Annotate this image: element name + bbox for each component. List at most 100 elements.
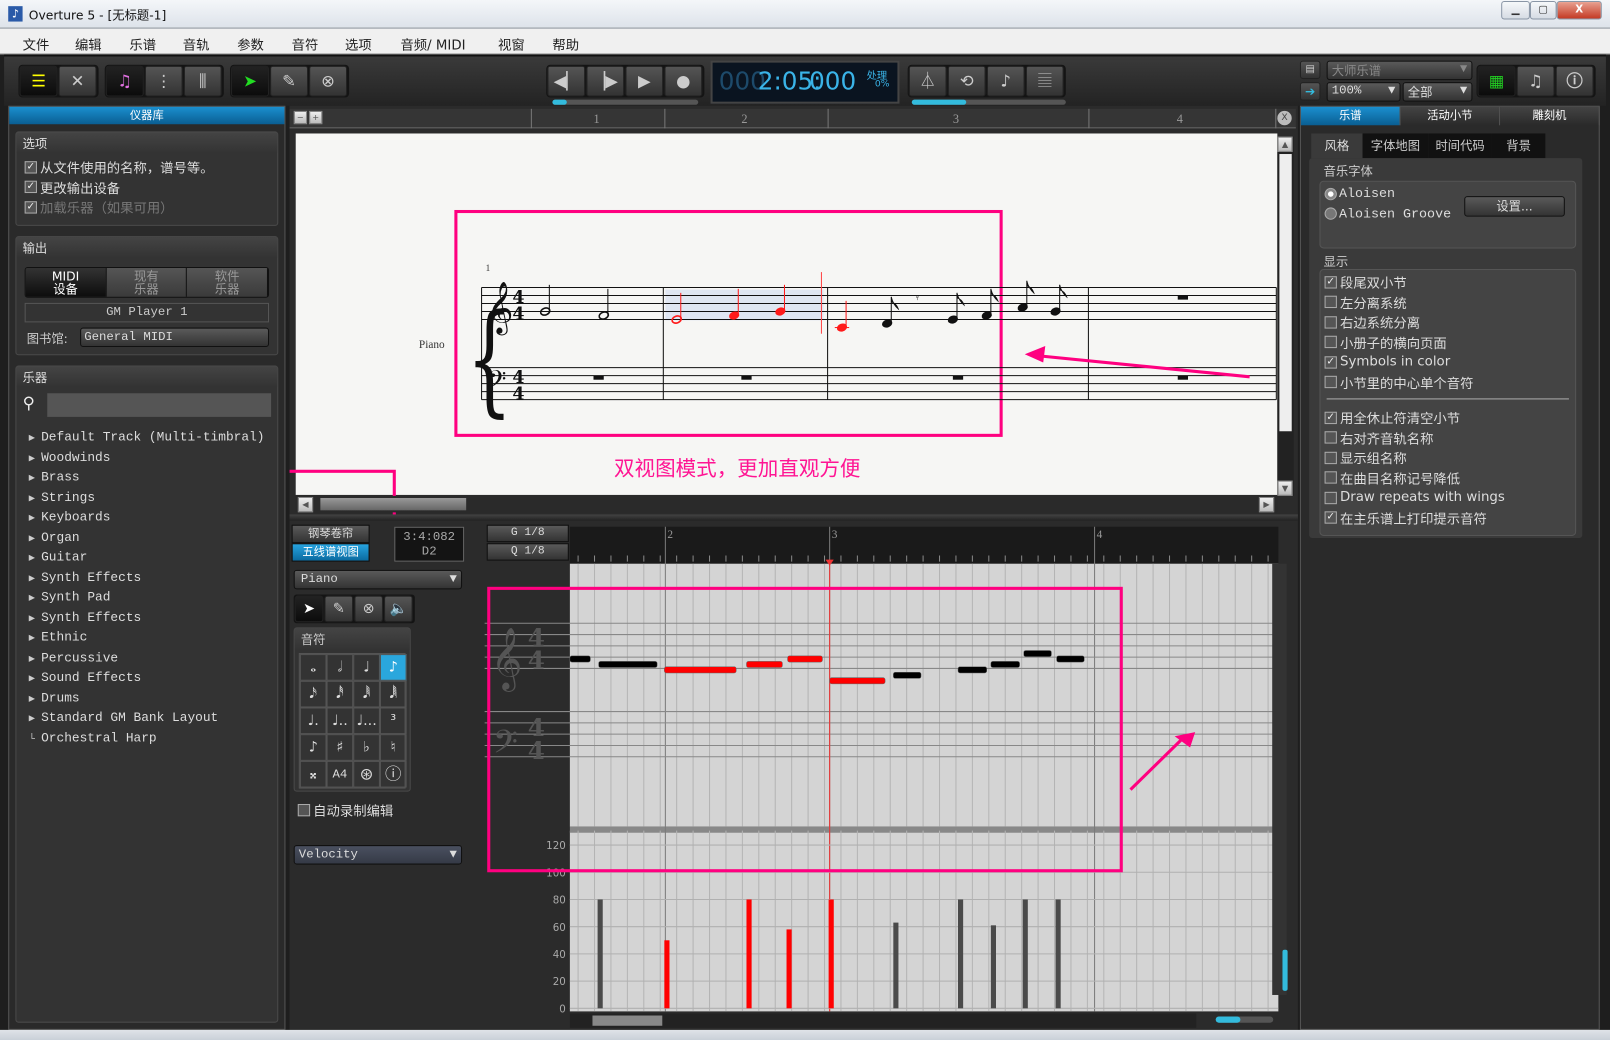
instrument-tree-item[interactable]: └ Orchestral Harp	[29, 731, 265, 751]
step-note-icon[interactable]: ♪	[986, 65, 1025, 97]
checkbox-icon[interactable]	[1324, 471, 1337, 484]
display-checkbox[interactable]: 左分离系统	[1320, 292, 1575, 312]
roll-vzoom-slider[interactable]	[1282, 949, 1288, 991]
volume-slider[interactable]	[552, 99, 699, 105]
radio-icon[interactable]	[1324, 207, 1337, 220]
expand-arrow-icon[interactable]: ▶	[29, 654, 35, 665]
instrument-search-input[interactable]	[47, 393, 272, 417]
display-checkbox[interactable]: ✓ 在主乐谱上打印提示音符	[1320, 508, 1575, 528]
tools-icon[interactable]: ✕	[58, 65, 97, 97]
play-icon[interactable]: ▶	[625, 65, 664, 97]
roll-note[interactable]	[746, 661, 783, 668]
rewind-icon[interactable]: ◀▏	[547, 65, 586, 97]
style-subtab[interactable]: 时间代码	[1428, 133, 1492, 159]
output-tab[interactable]: 软件 乐器	[187, 267, 268, 297]
checkbox-icon[interactable]	[1324, 315, 1337, 329]
option-checkbox[interactable]: ✓ 更改输出设备	[16, 177, 277, 197]
zoom-select[interactable]: 100% ▼	[1326, 82, 1401, 102]
instrument-tree-item[interactable]: ▶ Synth Pad	[29, 590, 265, 610]
checkbox-icon[interactable]	[1324, 295, 1337, 309]
instrument-tree-item[interactable]: ▶ Drums	[29, 691, 265, 711]
roll-horizontal-scrollbar[interactable]	[569, 1013, 1197, 1028]
expand-arrow-icon[interactable]: ▶	[29, 553, 35, 564]
display-checkbox[interactable]: ✓ Symbols in color	[1320, 352, 1575, 372]
output-tab[interactable]: MIDI 设备	[25, 267, 107, 297]
instrument-tree-item[interactable]: ▶ Organ	[29, 530, 265, 550]
roll-note[interactable]	[829, 677, 886, 685]
score-icon[interactable]: ☰	[19, 65, 58, 97]
display-checkbox[interactable]: 右对齐音轨名称	[1320, 428, 1575, 448]
display-checkbox[interactable]: ✓ 段尾双小节	[1320, 272, 1575, 292]
style-subtab[interactable]: 背景	[1491, 133, 1546, 159]
option-checkbox[interactable]: ✓ 加载乐器（如果可用）	[16, 197, 277, 217]
expand-arrow-icon[interactable]: ▶	[29, 634, 35, 645]
menu-item[interactable]: 乐谱	[129, 34, 156, 53]
track-list-icon[interactable]: ⋮	[144, 65, 183, 97]
note-icon[interactable]: ♫	[105, 65, 144, 97]
menu-item[interactable]: 音符	[292, 34, 319, 53]
scroll-thumb[interactable]	[320, 497, 467, 511]
scroll-thumb[interactable]	[1279, 154, 1292, 432]
view-select[interactable]: 大师乐谱 ▼	[1326, 60, 1473, 81]
record-icon[interactable]: ●	[664, 65, 703, 97]
roll-note[interactable]	[990, 661, 1020, 668]
expand-arrow-icon[interactable]: ▶	[29, 593, 35, 604]
velocity-bar[interactable]	[1022, 899, 1028, 1009]
velocity-bar[interactable]	[664, 940, 670, 1009]
roll-note[interactable]	[569, 655, 591, 663]
roll-note[interactable]	[893, 671, 922, 679]
settings-button[interactable]: 设置...	[1464, 196, 1565, 217]
display-checkbox[interactable]: 显示组名称	[1320, 448, 1575, 468]
checkbox-checked-icon[interactable]: ✓	[24, 200, 37, 214]
roll-note[interactable]	[957, 666, 988, 674]
scroll-up-icon[interactable]: ▲	[1277, 136, 1293, 152]
panel-tab[interactable]: 乐谱	[1300, 106, 1401, 126]
checkbox-checked-icon[interactable]: ✓	[1324, 356, 1337, 369]
menu-item[interactable]: 选项	[345, 34, 372, 53]
display-checkbox[interactable]: ✓ 用全休止符清空小节	[1320, 408, 1575, 428]
scroll-right-icon[interactable]: ▶	[1258, 496, 1275, 513]
velocity-bar[interactable]	[828, 899, 834, 1009]
instrument-tree-item[interactable]: ▶ Brass	[29, 470, 265, 490]
instrument-tree-item[interactable]: ▶ Strings	[29, 490, 265, 510]
library-select[interactable]: General MIDI	[80, 327, 270, 348]
roll-note[interactable]	[598, 661, 658, 668]
menu-item[interactable]: 音轨	[183, 34, 210, 53]
velocity-bar[interactable]	[786, 929, 792, 1009]
checkbox-checked-icon[interactable]: ✓	[1324, 411, 1337, 424]
score-vertical-scrollbar[interactable]: ▲ ▼	[1277, 136, 1294, 496]
menu-item[interactable]: 帮助	[552, 34, 579, 53]
pencil-icon[interactable]: ✎	[270, 65, 309, 97]
radio-selected-icon[interactable]	[1324, 187, 1337, 200]
score-file-icon[interactable]: ♫	[1516, 65, 1555, 97]
range-select[interactable]: 全部 ▼	[1402, 82, 1473, 102]
instrument-tree-item[interactable]: ▶ Synth Effects	[29, 610, 265, 630]
output-device[interactable]: GM Player 1	[24, 302, 270, 323]
arrow-right-icon[interactable]: ➔	[1299, 82, 1321, 101]
mixer-icon[interactable]: ⫼	[183, 65, 222, 97]
layout-icon[interactable]: ▤	[1299, 60, 1321, 80]
display-checkbox[interactable]: 右边系统分离	[1320, 312, 1575, 332]
scroll-left-icon[interactable]: ◀	[297, 496, 314, 513]
expand-arrow-icon[interactable]: ▶	[29, 453, 35, 464]
panel-tab[interactable]: 雕刻机	[1500, 106, 1600, 126]
staff-icon[interactable]: 𝄚	[1025, 65, 1064, 97]
expand-arrow-icon[interactable]: ▶	[29, 694, 35, 705]
score-horizontal-scrollbar[interactable]: ◀ ▶	[295, 495, 1278, 513]
roll-note[interactable]	[1023, 650, 1052, 657]
roll-note[interactable]	[787, 655, 823, 663]
menu-item[interactable]: 文件	[23, 34, 50, 53]
velocity-bar[interactable]	[958, 899, 964, 1009]
velocity-bar[interactable]	[990, 925, 996, 1009]
piano-roll[interactable]: 2 3 4𝄞𝄢4444120100806040200	[290, 521, 1298, 1030]
panel-tab[interactable]: 活动小节	[1400, 106, 1501, 126]
expand-arrow-icon[interactable]: ▶	[29, 533, 35, 544]
pages-icon[interactable]: ▦	[1477, 65, 1516, 97]
roll-note[interactable]	[1056, 655, 1085, 663]
maximize-button[interactable]: ▢	[1529, 1, 1557, 20]
checkbox-icon[interactable]	[1324, 451, 1337, 464]
style-subtab[interactable]: 字体地图	[1362, 133, 1429, 159]
option-checkbox[interactable]: ✓ 从文件使用的名称，谱号等。	[16, 157, 277, 177]
erase-icon[interactable]: ⊗	[309, 65, 348, 97]
display-checkbox[interactable]: Draw repeats with wings	[1320, 488, 1575, 508]
